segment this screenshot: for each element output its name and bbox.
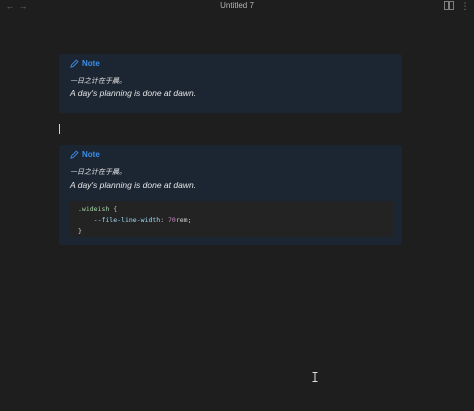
callout-english-text: A day's planning is done at dawn. [70, 180, 197, 190]
code-property: --file-line-width [93, 216, 161, 224]
code-closing-brace: } [78, 227, 82, 235]
book-open-icon[interactable] [444, 1, 454, 11]
more-options-icon[interactable]: ⋮ [460, 1, 470, 11]
code-colon: : [160, 216, 169, 224]
callout-title: Note [70, 150, 100, 159]
text-caret [59, 124, 60, 134]
window-title: Untitled 7 [220, 1, 254, 10]
callout-title-text: Note [82, 59, 100, 68]
callout-english-text: A day's planning is done at dawn. [70, 88, 197, 98]
pencil-icon [70, 59, 79, 68]
code-line: } [78, 226, 393, 237]
code-line: --file-line-width: 70rem; [78, 215, 393, 226]
callout-cjk-text: 一日之计在于晨。 [70, 168, 126, 176]
note-callout[interactable]: Note 一日之计在于晨。 A day's planning is done a… [59, 145, 402, 245]
callout-cjk-text: 一日之计在于晨。 [70, 77, 126, 85]
title-bar: ← → Untitled 7 ⋮ [0, 0, 474, 14]
code-unit: rem; [175, 216, 192, 224]
ibeam-cursor-icon [312, 372, 318, 382]
callout-title-text: Note [82, 150, 100, 159]
code-value: 70 [168, 216, 176, 224]
note-callout[interactable]: Note 一日之计在于晨。 A day's planning is done a… [59, 54, 402, 113]
callout-title: Note [70, 59, 100, 68]
pencil-icon [70, 150, 79, 159]
code-line: .wideish { [78, 204, 393, 215]
code-block[interactable]: .wideish { --file-line-width: 70rem; } [70, 201, 393, 237]
code-selector: .wideish { [78, 205, 118, 213]
